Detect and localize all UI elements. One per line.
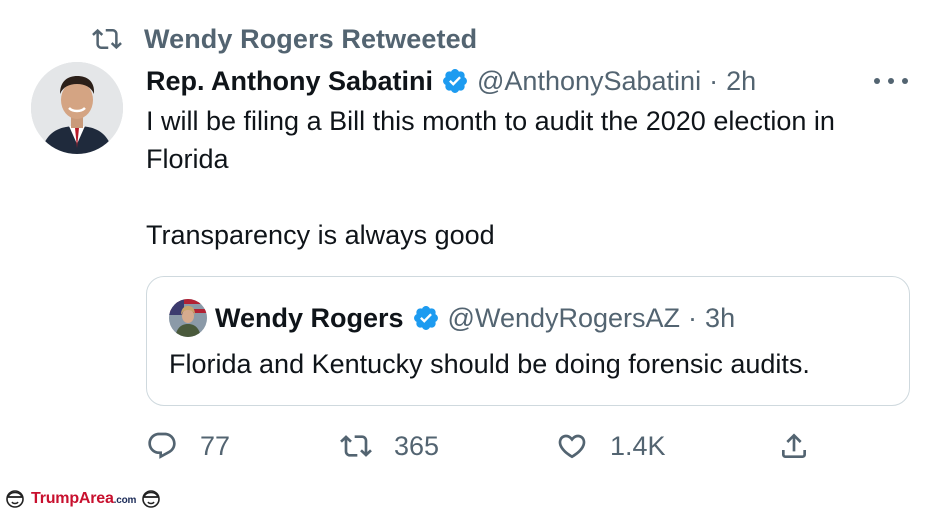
watermark-brand: TrumpArea bbox=[31, 490, 114, 507]
tweet-body: I will be filing a Bill this month to au… bbox=[146, 102, 906, 254]
separator-dot: · bbox=[709, 65, 719, 96]
watermark-suffix: .com bbox=[113, 495, 137, 506]
retweet-icon bbox=[340, 435, 372, 457]
share-button[interactable] bbox=[778, 424, 810, 468]
more-options-button[interactable] bbox=[874, 68, 908, 94]
quoted-tweet-text: Florida and Kentucky should be doing for… bbox=[169, 349, 810, 379]
share-icon bbox=[782, 433, 806, 458]
quoted-author-handle[interactable]: @WendyRogersAZ bbox=[448, 303, 681, 334]
more-dot-icon bbox=[902, 78, 908, 84]
retweet-count: 365 bbox=[394, 430, 440, 461]
author-avatar-image bbox=[31, 62, 123, 154]
retweet-button[interactable]: 365 bbox=[340, 424, 439, 468]
site-watermark: TrumpArea.com bbox=[4, 486, 162, 512]
more-dot-icon bbox=[888, 78, 894, 84]
author-handle[interactable]: @AnthonySabatini bbox=[477, 66, 701, 97]
hat-logo-icon bbox=[6, 490, 24, 508]
verified-badge-icon bbox=[443, 69, 467, 93]
tweet-timestamp[interactable]: 2h bbox=[726, 66, 756, 97]
verified-badge-icon bbox=[413, 306, 438, 330]
more-dot-icon bbox=[874, 78, 880, 84]
quoted-tweet-card[interactable]: Wendy Rogers @WendyRogersAZ · 3h Florida… bbox=[146, 276, 910, 406]
quoted-author-name[interactable]: Wendy Rogers bbox=[215, 303, 404, 334]
retweet-banner-text: Wendy Rogers Retweeted bbox=[144, 23, 478, 54]
retweet-icon bbox=[92, 28, 122, 50]
quoted-tweet-header: Wendy Rogers @WendyRogersAZ · 3h bbox=[215, 299, 735, 337]
quoted-avatar-image bbox=[169, 299, 207, 337]
like-count: 1.4K bbox=[610, 430, 666, 461]
tweet-text-line: Transparency is always good bbox=[146, 220, 495, 250]
quoted-tweet-timestamp[interactable]: 3h bbox=[705, 303, 735, 334]
hat-logo-icon bbox=[142, 490, 161, 508]
author-avatar[interactable] bbox=[31, 62, 123, 154]
retweet-banner[interactable]: Wendy Rogers Retweeted bbox=[92, 22, 477, 56]
watermark-text: TrumpArea.com bbox=[31, 490, 136, 508]
like-button[interactable]: 1.4K bbox=[556, 424, 666, 468]
tweet-action-bar: 77 365 1.4K bbox=[146, 424, 826, 468]
reply-button[interactable]: 77 bbox=[146, 424, 230, 468]
heart-icon bbox=[558, 434, 586, 459]
tweet-text-line: Florida bbox=[146, 144, 229, 174]
reply-icon bbox=[148, 432, 176, 459]
tweet-header: Rep. Anthony Sabatini @AnthonySabatini ·… bbox=[146, 62, 756, 100]
author-name[interactable]: Rep. Anthony Sabatini bbox=[146, 66, 433, 97]
tweet-text-line: I will be filing a Bill this month to au… bbox=[146, 106, 835, 136]
separator-dot: · bbox=[688, 302, 698, 333]
reply-count: 77 bbox=[200, 430, 231, 461]
quoted-author-avatar[interactable] bbox=[169, 299, 207, 337]
